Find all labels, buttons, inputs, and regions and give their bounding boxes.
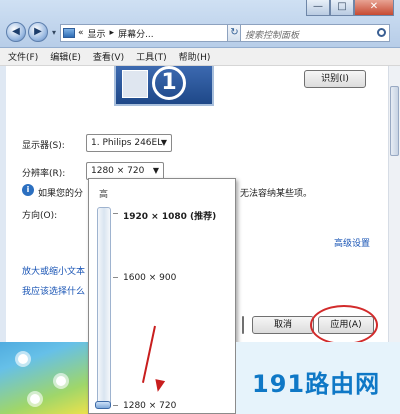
menu-bar: 文件(F) 编辑(E) 查看(V) 工具(T) 帮助(H): [0, 48, 400, 66]
menu-view[interactable]: 查看(V): [93, 50, 124, 63]
search-placeholder: 搜索控制面板: [245, 31, 300, 41]
resolution-label: 分辨率(R):: [22, 169, 66, 179]
flower-decoration: [30, 394, 40, 404]
menu-tools[interactable]: 工具(T): [136, 50, 167, 63]
breadcrumb-display[interactable]: 显示: [88, 27, 106, 40]
resolution-slider-thumb[interactable]: [95, 401, 111, 409]
maximize-button[interactable]: □: [330, 0, 354, 16]
info-icon: i: [22, 184, 34, 196]
navigation-buttons: ◀ ▶ ▾: [6, 22, 56, 42]
advanced-settings-link[interactable]: 高级设置: [334, 236, 370, 249]
display-label: 显示器(S):: [22, 141, 65, 151]
chevron-down-icon: ▼: [160, 138, 167, 147]
forward-button[interactable]: ▶: [28, 22, 48, 42]
scrollbar-thumb[interactable]: [390, 86, 399, 156]
breadcrumb-separator-icon[interactable]: ▸: [110, 28, 115, 38]
breadcrumb-overflow[interactable]: «: [78, 28, 84, 38]
resolution-option-1280x720[interactable]: 1280 × 720: [123, 401, 176, 411]
cancel-button[interactable]: 取消: [252, 316, 314, 334]
warning-text-end: 无法容纳某些项。: [240, 189, 313, 199]
resolution-slider-popup: 高 1920 × 1080 (推荐) 1600 × 900 1280 × 720: [88, 178, 236, 414]
resize-text-link[interactable]: 放大或缩小文本: [22, 264, 85, 277]
resolution-option-1600x900[interactable]: 1600 × 900: [123, 273, 176, 283]
monitor-window-thumbnail: [122, 70, 148, 98]
chevron-down-icon: ▼: [152, 166, 159, 175]
address-bar[interactable]: « 显示 ▸ 屏幕分...: [60, 24, 228, 42]
resolution-slider-track[interactable]: [97, 207, 111, 407]
slider-tick: [113, 405, 118, 406]
title-bar: — □ ✕ ◀ ▶ ▾ « 显示 ▸ 屏幕分... ↻ 搜索控制面板: [0, 0, 400, 48]
close-button[interactable]: ✕: [354, 0, 394, 16]
resolution-select-value: 1280 × 720: [91, 166, 145, 176]
warning-text-start: 如果您的分: [38, 189, 84, 199]
identify-button[interactable]: 识别(I): [304, 70, 366, 88]
vertical-scrollbar[interactable]: [388, 66, 400, 342]
slider-tick: [113, 277, 118, 278]
minimize-button[interactable]: —: [306, 0, 330, 16]
breadcrumb-screen-resolution[interactable]: 屏幕分...: [118, 27, 154, 40]
monitor-preview[interactable]: 1: [114, 66, 214, 106]
annotation-circle: [310, 305, 378, 345]
flower-decoration: [18, 354, 28, 364]
display-select[interactable]: 1. Philips 246EL ▼: [86, 134, 172, 152]
watermark-logo: 191路由网: [252, 370, 381, 398]
search-icon[interactable]: [377, 28, 386, 37]
recent-pages-dropdown-icon[interactable]: ▾: [52, 28, 56, 37]
ok-button-edge[interactable]: [242, 316, 244, 334]
back-button[interactable]: ◀: [6, 22, 26, 42]
resolution-option-1920x1080[interactable]: 1920 × 1080 (推荐): [123, 209, 216, 222]
which-settings-link[interactable]: 我应该选择什么: [22, 284, 85, 297]
menu-file[interactable]: 文件(F): [8, 50, 38, 63]
slider-tick: [113, 213, 118, 214]
menu-help[interactable]: 帮助(H): [179, 50, 211, 63]
menu-edit[interactable]: 编辑(E): [50, 50, 81, 63]
display-select-value: 1. Philips 246EL: [91, 138, 163, 148]
flower-decoration: [56, 376, 66, 386]
orientation-label: 方向(O):: [22, 211, 58, 221]
control-panel-icon: [63, 28, 75, 38]
window-controls: — □ ✕: [306, 0, 394, 16]
search-input[interactable]: 搜索控制面板: [240, 24, 390, 42]
monitor-number: 1: [152, 66, 186, 100]
high-label: 高: [99, 190, 109, 200]
